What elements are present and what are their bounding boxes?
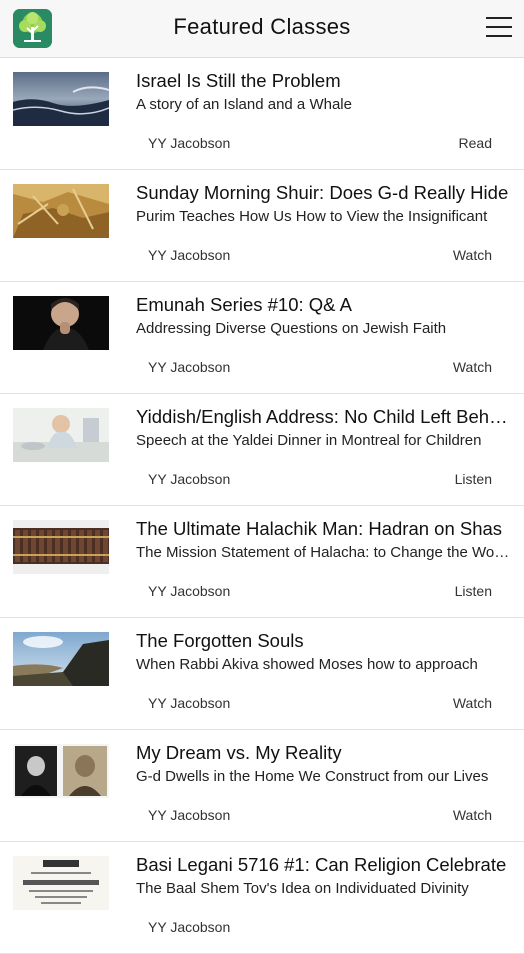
class-item[interactable]: Sunday Morning Shuir: Does G-d Really Hi… (0, 170, 524, 282)
class-title: Israel Is Still the Problem (136, 70, 341, 91)
two-portraits-thumbnail (13, 744, 109, 798)
watch-button[interactable]: Watch (453, 359, 492, 375)
class-item[interactable]: My Dream vs. My Reality G-d Dwells in th… (0, 730, 524, 842)
hebrew-title-page-thumbnail (13, 856, 109, 910)
class-author: YY Jacobson (148, 807, 231, 823)
class-item[interactable]: Israel Is Still the Problem A story of a… (0, 58, 524, 170)
class-author: YY Jacobson (148, 695, 231, 711)
class-title: Emunah Series #10: Q& A (136, 294, 352, 315)
class-item[interactable]: The Forgotten Souls When Rabbi Akiva sho… (0, 618, 524, 730)
child-at-table-thumbnail (13, 408, 109, 462)
class-title: Basi Legani 5716 #1: Can Religion Celebr… (136, 854, 507, 875)
class-list: Israel Is Still the Problem A story of a… (0, 58, 524, 954)
class-item[interactable]: Emunah Series #10: Q& A Addressing Diver… (0, 282, 524, 394)
watch-button[interactable]: Watch (453, 247, 492, 263)
listen-button[interactable]: Listen (455, 471, 492, 487)
class-subtitle: Speech at the Yaldei Dinner in Montreal … (136, 432, 482, 449)
class-subtitle: The Baal Shem Tov's Idea on Individuated… (136, 880, 469, 897)
stormy-sea-thumbnail (13, 72, 109, 126)
golden-parchment-thumbnail (13, 184, 109, 238)
listen-button[interactable]: Listen (455, 583, 492, 599)
class-subtitle: Addressing Diverse Questions on Jewish F… (136, 320, 447, 337)
class-subtitle: The Mission Statement of Halacha: to Cha… (136, 544, 510, 561)
class-author: YY Jacobson (148, 919, 231, 935)
class-title: Yiddish/English Address: No Child Left B… (136, 406, 510, 427)
book-shelf-thumbnail (13, 520, 109, 574)
class-item[interactable]: Basi Legani 5716 #1: Can Religion Celebr… (0, 842, 524, 954)
man-in-thought-thumbnail (13, 296, 109, 350)
class-item[interactable]: Yiddish/English Address: No Child Left B… (0, 394, 524, 506)
class-author: YY Jacobson (148, 583, 231, 599)
class-author: YY Jacobson (148, 135, 231, 151)
class-title: The Forgotten Souls (136, 630, 304, 651)
class-subtitle: G-d Dwells in the Home We Construct from… (136, 768, 489, 785)
class-subtitle: A story of an Island and a Whale (136, 96, 352, 113)
class-author: YY Jacobson (148, 359, 231, 375)
app-bar: Featured Classes (0, 0, 524, 58)
class-author: YY Jacobson (148, 247, 231, 263)
class-subtitle: When Rabbi Akiva showed Moses how to app… (136, 656, 478, 673)
class-author: YY Jacobson (148, 471, 231, 487)
class-title: Sunday Morning Shuir: Does G-d Really Hi… (136, 182, 509, 203)
class-item[interactable]: The Ultimate Halachik Man: Hadran on Sha… (0, 506, 524, 618)
class-title: The Ultimate Halachik Man: Hadran on Sha… (136, 518, 503, 539)
watch-button[interactable]: Watch (453, 807, 492, 823)
page-title: Featured Classes (173, 14, 351, 39)
class-subtitle: Purim Teaches How Us How to View the Ins… (136, 208, 488, 225)
watch-button[interactable]: Watch (453, 695, 492, 711)
mountain-sky-thumbnail (13, 632, 109, 686)
hamburger-menu-icon[interactable] (486, 17, 512, 39)
class-title: My Dream vs. My Reality (136, 742, 342, 763)
read-button[interactable]: Read (459, 135, 492, 151)
